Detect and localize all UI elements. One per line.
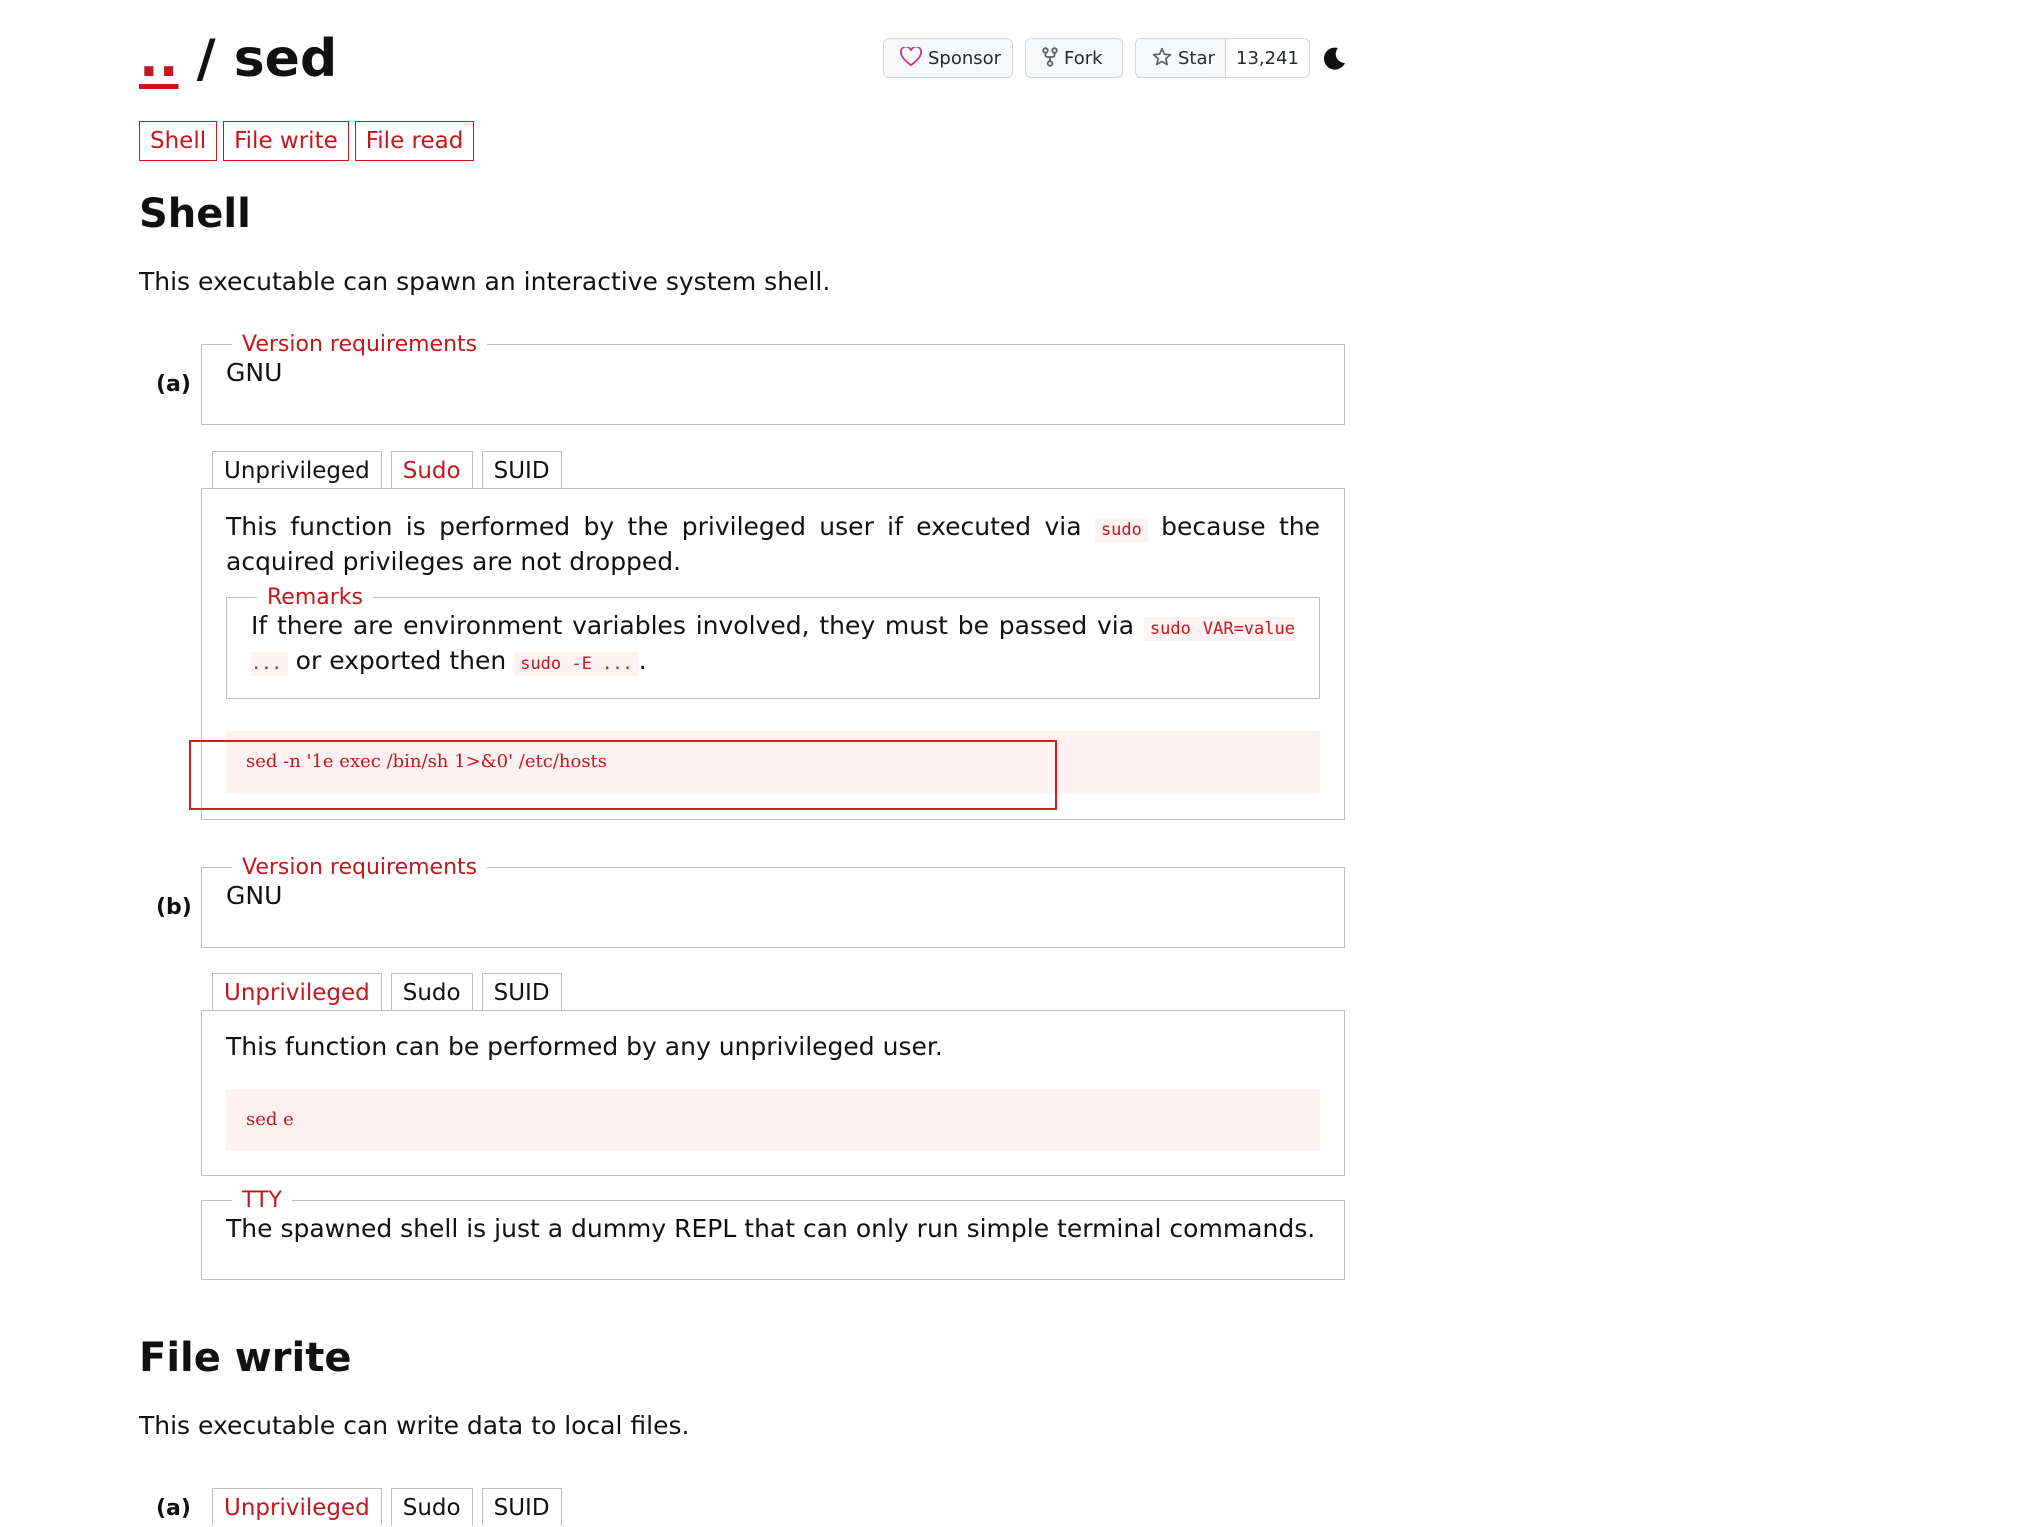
sponsor-button[interactable]: Sponsor [883,38,1013,78]
version-legend: Version requirements [242,332,478,357]
heart-icon [900,45,922,67]
tab-sudo[interactable]: Sudo [390,973,473,1011]
unprivileged-description: This function can be performed by any un… [226,1032,943,1061]
tab-bar-b: Unprivileged Sudo SUID [212,973,562,1011]
remarks-mid: or exported then [295,646,507,675]
example-index-b: (b) [156,895,192,920]
fork-label: Fork [1064,48,1103,69]
section-title-file-write: File write [139,1335,352,1381]
tab-suid[interactable]: SUID [481,1488,562,1526]
star-button[interactable]: Star 13,241 [1135,38,1310,78]
tag-shell[interactable]: Shell [139,121,218,161]
fork-button[interactable]: Fork [1025,38,1123,78]
tab-unprivileged[interactable]: Unprivileged [212,451,382,489]
tab-sudo[interactable]: Sudo [390,1488,473,1526]
title-separator: / [196,29,216,89]
tag-file-write[interactable]: File write [223,121,349,161]
moon-icon[interactable] [1321,46,1347,72]
sudo-description: This function is performed by the privil… [226,511,1320,577]
tag-file-read[interactable]: File read [354,121,475,161]
parent-link[interactable]: .. [139,29,179,89]
tab-unprivileged[interactable]: Unprivileged [212,1488,382,1526]
sudo-text-before: This function is performed by the privil… [226,512,1082,541]
example-index-a: (a) [156,372,191,397]
tab-bar-a: Unprivileged Sudo SUID [212,451,562,489]
star-label: Star [1178,48,1215,69]
section-title-shell: Shell [139,191,251,237]
remarks-box: Remarks If there are environment variabl… [226,585,1320,699]
header: .. / sed Sponsor Fork Star 13,241 [139,24,1345,100]
tab-sudo[interactable]: Sudo [390,451,473,489]
version-legend: Version requirements [242,855,478,880]
function-tags: Shell File write File read [139,121,475,161]
section-description-shell: This executable can spawn an interactive… [139,267,831,296]
inline-code-sudo: sudo [1094,518,1148,542]
version-value: GNU [226,358,283,387]
fork-icon [1042,47,1058,67]
tty-box: TTY The spawned shell is just a dummy RE… [201,1188,1345,1280]
example-index-file-write-a: (a) [156,1496,191,1521]
code-block-sudo[interactable]: sed -n '1e exec /bin/sh 1>&0' /etc/hosts [226,731,1320,793]
star-icon [1152,47,1172,66]
star-count[interactable]: 13,241 [1226,39,1309,77]
tab-suid[interactable]: SUID [481,451,562,489]
code-block-unprivileged[interactable]: sed e [226,1089,1320,1151]
remarks-legend: Remarks [267,585,363,610]
version-requirements-b: Version requirements GNU [201,855,1345,948]
tab-unprivileged[interactable]: Unprivileged [212,973,382,1011]
tab-bar-file-write: Unprivileged Sudo SUID [212,1488,562,1526]
page-title: .. / sed [139,24,337,94]
remarks-before: If there are environment variables invol… [251,611,1135,640]
inline-code-sudo-e: sudo -E ... [514,652,639,676]
tab-suid[interactable]: SUID [481,973,562,1011]
tab-panel-sudo: This function is performed by the privil… [201,488,1345,820]
sponsor-label: Sponsor [928,48,1002,69]
tty-text: The spawned shell is just a dummy REPL t… [226,1214,1316,1243]
tab-panel-unprivileged: This function can be performed by any un… [201,1010,1345,1176]
version-requirements-a: Version requirements GNU [201,332,1345,425]
tty-legend: TTY [242,1188,282,1213]
section-description-file-write: This executable can write data to local … [139,1411,690,1440]
remarks-text: If there are environment variables invol… [251,610,1295,680]
star-segment[interactable]: Star [1136,39,1226,77]
version-value: GNU [226,881,283,910]
binary-name: sed [233,29,338,89]
remarks-end: . [638,646,647,675]
